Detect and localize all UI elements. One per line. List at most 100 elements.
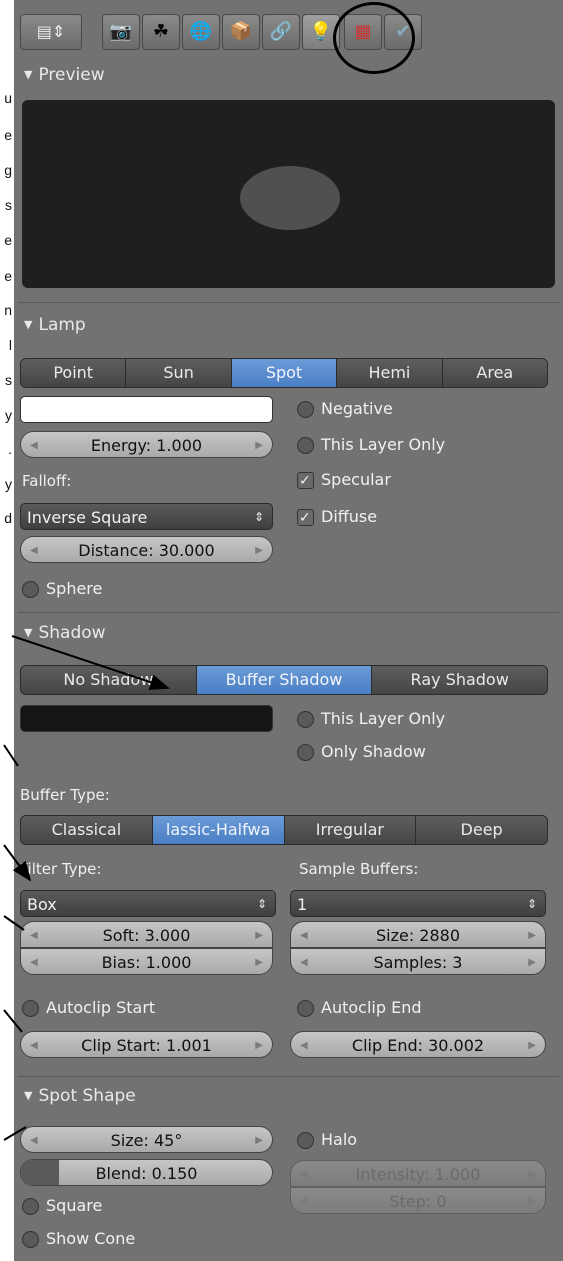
- world-context-button[interactable]: 🌐: [182, 14, 220, 50]
- preview-title: Preview: [38, 65, 105, 85]
- increment-arrow-icon: ▶: [255, 957, 263, 968]
- samples-field[interactable]: ◀ Samples: 3 ▶: [290, 948, 546, 975]
- sample-buffers-label: Sample Buffers:: [299, 860, 419, 878]
- buffer-type-selector: Classical lassic-Halfwa Irregular Deep: [20, 815, 548, 845]
- energy-field[interactable]: ◀ Energy: 1.000 ▶: [20, 431, 273, 458]
- buffer-type-irregular[interactable]: Irregular: [284, 816, 417, 844]
- checkmark-icon: [297, 507, 314, 529]
- preview-header[interactable]: ▼ Preview: [18, 62, 559, 88]
- checkbox-icon: [297, 437, 314, 454]
- shadow-this-layer-only-checkbox[interactable]: This Layer Only: [295, 708, 445, 730]
- only-shadow-checkbox[interactable]: Only Shadow: [295, 741, 426, 763]
- samples-label: Samples: 3: [373, 953, 463, 972]
- square-checkbox[interactable]: Square: [20, 1195, 102, 1217]
- diffuse-label: Diffuse: [321, 507, 378, 526]
- annotation-strip: u e g s e e n l s y . y d: [0, 0, 14, 1261]
- editor-type-button[interactable]: ▤⇕: [20, 14, 82, 50]
- spot-shape-header[interactable]: ▼ Spot Shape: [18, 1081, 559, 1111]
- decrement-arrow-icon: ◀: [30, 440, 38, 451]
- object-context-button[interactable]: 📦: [222, 14, 260, 50]
- lamp-color-swatch[interactable]: [20, 396, 273, 423]
- updown-arrows-icon: ⇕: [526, 897, 537, 911]
- shadow-mode-ray[interactable]: Ray Shadow: [372, 666, 547, 694]
- lamp-icon: 💡: [309, 21, 333, 42]
- shadow-mode-none[interactable]: No Shadow: [21, 666, 197, 694]
- clip-end-field[interactable]: ◀ Clip End: 30.002 ▶: [290, 1031, 546, 1058]
- checkbox-icon: [22, 1198, 39, 1215]
- editor-type-icon: ▤⇕: [36, 22, 66, 41]
- sample-buffers-value: 1: [297, 895, 308, 914]
- decrement-arrow-icon: ◀: [300, 1169, 308, 1180]
- annotation-letter: s: [5, 197, 12, 213]
- spot-size-field[interactable]: ◀ Size: 45° ▶: [20, 1126, 273, 1153]
- checkbox-icon: [297, 744, 314, 761]
- scene-context-button[interactable]: ☘: [142, 14, 180, 50]
- show-cone-checkbox[interactable]: Show Cone: [20, 1228, 135, 1250]
- lamp-this-layer-only-checkbox[interactable]: This Layer Only: [295, 434, 445, 456]
- filter-type-dropdown[interactable]: Box ⇕: [20, 890, 276, 917]
- falloff-label: Falloff:: [22, 472, 72, 490]
- checkbox-icon: [22, 1000, 39, 1017]
- bias-label: Bias: 1.000: [101, 953, 192, 972]
- clip-start-label: Clip Start: 1.001: [81, 1036, 212, 1055]
- blend-slider[interactable]: Blend: 0.150: [20, 1159, 273, 1186]
- annotation-letter: y: [5, 407, 12, 423]
- halo-intensity-label: Intensity: 1.000: [355, 1165, 481, 1184]
- specular-checkbox[interactable]: Specular: [295, 469, 391, 492]
- annotation-letter: g: [4, 162, 12, 178]
- checkmark-icon: [297, 470, 314, 492]
- annotation-letter: y: [5, 476, 12, 492]
- buffer-size-field[interactable]: ◀ Size: 2880 ▶: [290, 921, 546, 948]
- decrement-arrow-icon: ◀: [300, 1040, 308, 1051]
- preview-sphere: [240, 166, 340, 230]
- clip-start-field[interactable]: ◀ Clip Start: 1.001 ▶: [20, 1031, 273, 1058]
- autoclip-end-checkbox[interactable]: Autoclip End: [295, 997, 421, 1019]
- buffer-type-classical[interactable]: Classical: [21, 816, 153, 844]
- buffer-type-classic-halfway[interactable]: lassic-Halfwa: [152, 816, 285, 844]
- collapse-triangle-icon: ▼: [24, 626, 33, 639]
- annotation-letter: e: [4, 127, 12, 143]
- bias-field[interactable]: ◀ Bias: 1.000 ▶: [20, 948, 273, 975]
- sphere-checkbox[interactable]: Sphere: [20, 578, 102, 600]
- lamp-header[interactable]: ▼ Lamp: [18, 310, 559, 340]
- negative-checkbox[interactable]: Negative: [295, 398, 393, 420]
- shadow-header[interactable]: ▼ Shadow: [18, 618, 559, 648]
- sample-buffers-dropdown[interactable]: 1 ⇕: [290, 890, 546, 917]
- sphere-label: Sphere: [46, 579, 103, 598]
- shadow-title: Shadow: [38, 623, 106, 643]
- distance-field[interactable]: ◀ Distance: 30.000 ▶: [20, 536, 273, 563]
- shadow-mode-selector: No Shadow Buffer Shadow Ray Shadow: [20, 665, 548, 695]
- properties-panel: ▤⇕ 📷 ☘ 🌐 📦 🔗 💡 ▦ ✔ ▼ Preview ▼ Lamp Point …: [14, 0, 563, 1261]
- increment-arrow-icon: ▶: [528, 1169, 536, 1180]
- falloff-dropdown[interactable]: Inverse Square ⇕: [20, 503, 273, 530]
- divider: [18, 612, 559, 613]
- diffuse-checkbox[interactable]: Diffuse: [295, 506, 378, 529]
- halo-checkbox[interactable]: Halo: [295, 1129, 357, 1151]
- camera-icon: 📷: [109, 21, 133, 42]
- soft-label: Soft: 3.000: [102, 926, 191, 945]
- distance-label: Distance: 30.000: [78, 541, 215, 560]
- lamp-type-area[interactable]: Area: [442, 359, 547, 387]
- increment-arrow-icon: ▶: [528, 957, 536, 968]
- checkbox-icon: [22, 581, 39, 598]
- lamp-type-point[interactable]: Point: [21, 359, 127, 387]
- link-icon: 🔗: [269, 21, 293, 42]
- shadow-mode-buffer[interactable]: Buffer Shadow: [196, 666, 373, 694]
- soft-field[interactable]: ◀ Soft: 3.000 ▶: [20, 921, 273, 948]
- halo-intensity-field: ◀ Intensity: 1.000 ▶: [290, 1160, 546, 1187]
- annotation-letter: u: [4, 90, 12, 106]
- shadow-color-swatch[interactable]: [20, 705, 273, 732]
- buffer-size-label: Size: 2880: [375, 926, 461, 945]
- lamp-type-hemi[interactable]: Hemi: [337, 359, 443, 387]
- lamp-type-sun[interactable]: Sun: [126, 359, 232, 387]
- lamp-title: Lamp: [38, 315, 86, 335]
- blend-fill: [21, 1160, 59, 1185]
- lamp-type-spot[interactable]: Spot: [231, 359, 338, 387]
- decrement-arrow-icon: ◀: [30, 957, 38, 968]
- autoclip-start-checkbox[interactable]: Autoclip Start: [20, 997, 155, 1019]
- constraints-context-button[interactable]: 🔗: [262, 14, 300, 50]
- render-context-button[interactable]: 📷: [102, 14, 140, 50]
- collapse-triangle-icon: ▼: [24, 1089, 33, 1102]
- buffer-type-deep[interactable]: Deep: [416, 816, 547, 844]
- decrement-arrow-icon: ◀: [30, 1040, 38, 1051]
